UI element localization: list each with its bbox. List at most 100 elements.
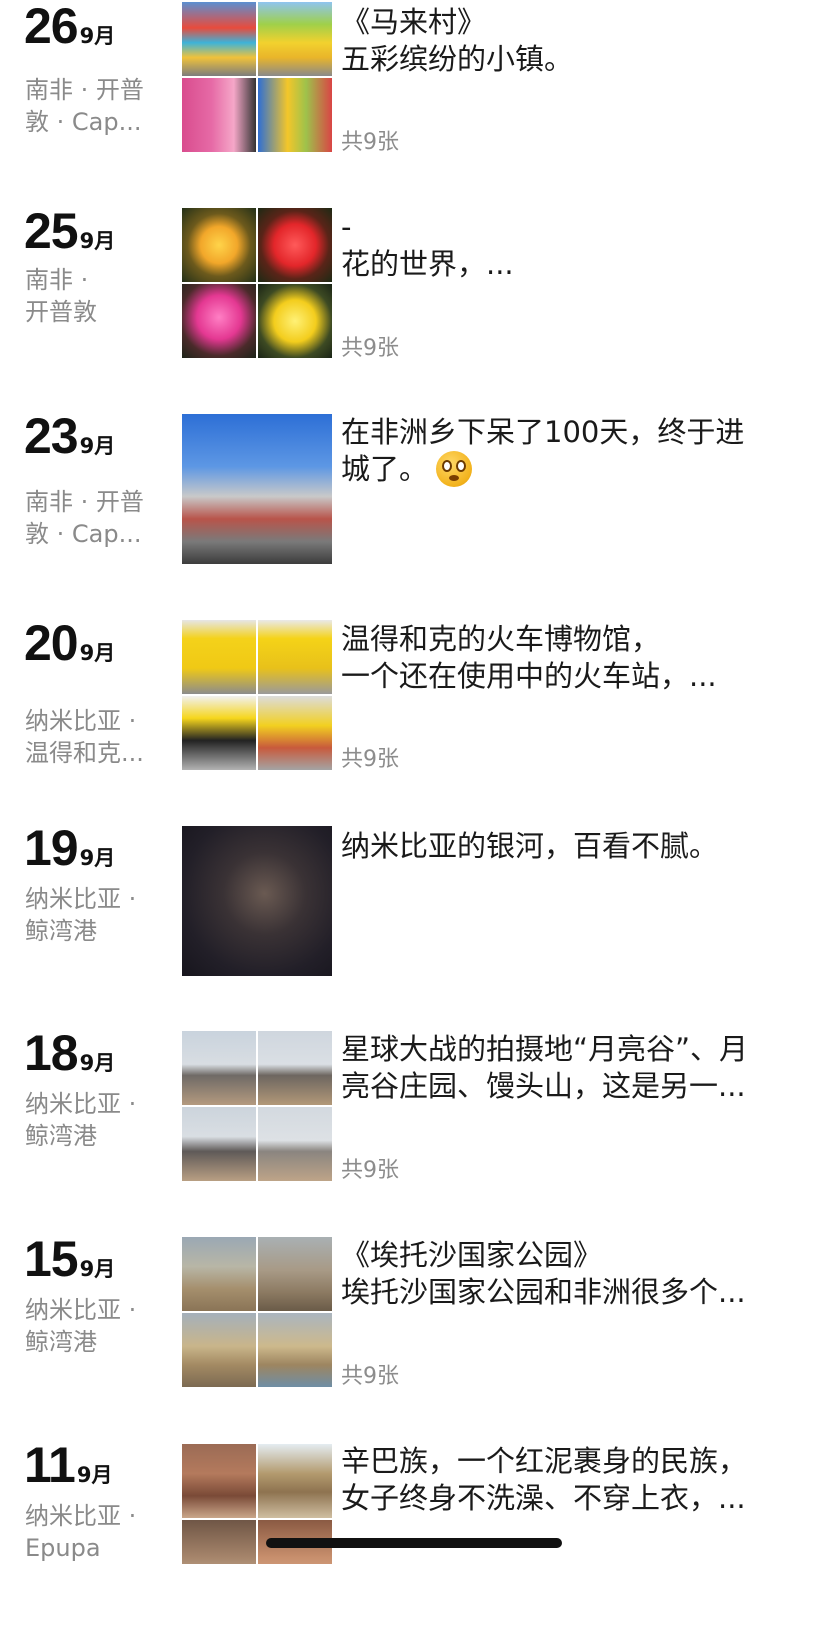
post-location: 纳米比亚 · 鲸湾港 — [25, 1296, 137, 1356]
post-month: 9月 — [79, 434, 116, 458]
post-text-line: 一个还在使用中的火车站，... — [341, 659, 717, 693]
photo-thumbnail[interactable] — [182, 284, 256, 358]
photo-thumbnail[interactable] — [182, 1313, 256, 1387]
photo-grid[interactable] — [182, 1237, 332, 1387]
post-month: 9月 — [79, 1257, 116, 1281]
photo-thumbnail[interactable] — [258, 1444, 332, 1518]
post-item[interactable]: 209月 纳米比亚 · 温得和克... 温得和克的火车博物馆， 一个还在使用中的… — [0, 617, 828, 807]
post-item[interactable]: 269月 南非 · 开普敦 · Cap... 《马来村》 五彩缤纷的小镇。 共9… — [0, 0, 828, 190]
post-text-line: 《马来村》 — [341, 5, 487, 39]
post-text: 星球大战的拍摄地“月亮谷”、月 亮谷庄园、馒头山，这是另一... — [341, 1031, 803, 1105]
photo-count: 共9张 — [341, 130, 399, 155]
post-text: 辛巴族，一个红泥裹身的民族， 女子终身不洗澡、不穿上衣，... — [341, 1443, 803, 1517]
photo-thumbnail[interactable] — [182, 78, 256, 152]
photo-thumbnail[interactable] — [258, 2, 332, 76]
photo-count: 共9张 — [341, 747, 399, 772]
post-date: 189月 — [24, 1027, 115, 1079]
photo-thumbnail[interactable] — [258, 208, 332, 282]
post-item[interactable]: 239月 南非 · 开普敦 · Cap... 在非洲乡下呆了100天，终于进 城… — [0, 410, 828, 600]
post-text-line: 辛巴族，一个红泥裹身的民族， — [341, 1444, 748, 1478]
post-text-line: 花的世界，... — [341, 247, 514, 281]
post-text-line: 城了。 — [341, 452, 429, 486]
post-location: 南非 · 开普敦 · Cap... — [25, 488, 144, 548]
post-date: 209月 — [24, 617, 115, 669]
post-date: 159月 — [24, 1233, 115, 1285]
post-location: 纳米比亚 · 温得和克... — [25, 707, 144, 767]
photo-thumbnail[interactable] — [182, 2, 256, 76]
post-day: 11 — [24, 1437, 76, 1493]
photo-thumbnail[interactable] — [182, 1237, 256, 1311]
post-month: 9月 — [79, 641, 116, 665]
photo-thumbnail[interactable] — [258, 696, 332, 770]
photo-thumbnail[interactable] — [258, 78, 332, 152]
post-location: 纳米比亚 · 鲸湾港 — [25, 885, 137, 945]
post-month: 9月 — [76, 1463, 113, 1487]
post-day: 26 — [24, 0, 79, 54]
post-text-line: 星球大战的拍摄地“月亮谷”、月 — [341, 1032, 749, 1066]
post-text-line: 女子终身不洗澡、不穿上衣，... — [341, 1481, 746, 1515]
flushed-face-emoji-icon — [436, 451, 473, 487]
post-date: 199月 — [24, 822, 115, 874]
post-text-line: 埃托沙国家公园和非洲很多个... — [341, 1275, 746, 1309]
post-item[interactable]: 199月 纳米比亚 · 鲸湾港 纳米比亚的银河，百看不腻。 — [0, 822, 828, 1012]
post-item[interactable]: 119月 纳米比亚 · Epupa 辛巴族，一个红泥裹身的民族， 女子终身不洗澡… — [0, 1439, 828, 1629]
post-text-line-with-emoji: 城了。 — [341, 451, 803, 488]
post-item[interactable]: 159月 纳米比亚 · 鲸湾港 《埃托沙国家公园》 埃托沙国家公园和非洲很多个.… — [0, 1233, 828, 1423]
photo-count: 共9张 — [341, 336, 399, 361]
post-date: 259月 — [24, 205, 115, 257]
photo-grid[interactable] — [182, 2, 332, 152]
post-text-line: 《埃托沙国家公园》 — [341, 1238, 603, 1272]
post-item[interactable]: 189月 纳米比亚 · 鲸湾港 星球大战的拍摄地“月亮谷”、月 亮谷庄园、馒头山… — [0, 1027, 828, 1217]
photo-thumbnail[interactable] — [258, 1031, 332, 1105]
post-text: 纳米比亚的银河，百看不腻。 — [341, 828, 803, 865]
photo-thumbnail[interactable] — [258, 1313, 332, 1387]
post-text: 《埃托沙国家公园》 埃托沙国家公园和非洲很多个... — [341, 1237, 803, 1311]
post-text-line: 在非洲乡下呆了100天，终于进 — [341, 415, 745, 449]
post-date: 269月 — [24, 0, 115, 52]
post-text-line: 温得和克的火车博物馆， — [341, 622, 661, 656]
post-location: 南非 · 开普敦 · Cap... — [25, 76, 144, 136]
post-item[interactable]: 259月 南非 · 开普敦 - 花的世界，... 共9张 — [0, 205, 828, 395]
photo-thumbnail[interactable] — [182, 414, 332, 564]
photo-thumbnail[interactable] — [258, 284, 332, 358]
photo-thumbnail[interactable] — [182, 826, 332, 976]
post-text-line: 五彩缤纷的小镇。 — [341, 42, 574, 76]
post-text: 《马来村》 五彩缤纷的小镇。 — [341, 4, 803, 78]
post-day: 15 — [24, 1231, 79, 1287]
photo-thumbnail[interactable] — [258, 620, 332, 694]
post-text: 在非洲乡下呆了100天，终于进 城了。 — [341, 414, 803, 488]
photo-grid[interactable] — [182, 826, 332, 976]
post-text: 温得和克的火车博物馆， 一个还在使用中的火车站，... — [341, 621, 803, 695]
post-location: 纳米比亚 · Epupa — [25, 1502, 137, 1562]
post-month: 9月 — [79, 1051, 116, 1075]
post-day: 25 — [24, 203, 79, 259]
photo-thumbnail[interactable] — [182, 696, 256, 770]
post-day: 23 — [24, 408, 79, 464]
photo-count: 共9张 — [341, 1158, 399, 1183]
home-indicator[interactable] — [266, 1538, 562, 1548]
post-month: 9月 — [79, 229, 116, 253]
photo-grid[interactable] — [182, 414, 332, 564]
photo-grid[interactable] — [182, 208, 332, 358]
photo-thumbnail[interactable] — [258, 1107, 332, 1181]
post-month: 9月 — [79, 24, 116, 48]
post-day: 18 — [24, 1025, 79, 1081]
post-location: 纳米比亚 · 鲸湾港 — [25, 1090, 137, 1150]
post-day: 19 — [24, 820, 79, 876]
photo-grid[interactable] — [182, 1031, 332, 1181]
photo-thumbnail[interactable] — [182, 1031, 256, 1105]
post-text: - 花的世界，... — [341, 209, 803, 283]
photo-count: 共9张 — [341, 1364, 399, 1389]
photo-grid[interactable] — [182, 620, 332, 770]
post-month: 9月 — [79, 846, 116, 870]
photo-thumbnail[interactable] — [182, 1520, 256, 1564]
photo-thumbnail[interactable] — [258, 1237, 332, 1311]
photo-thumbnail[interactable] — [182, 1444, 256, 1518]
post-date: 239月 — [24, 410, 115, 462]
post-text-line: - — [341, 210, 352, 244]
post-location: 南非 · 开普敦 — [25, 266, 97, 326]
photo-thumbnail[interactable] — [182, 620, 256, 694]
post-text-line: 纳米比亚的银河，百看不腻。 — [341, 829, 719, 863]
photo-thumbnail[interactable] — [182, 1107, 256, 1181]
photo-thumbnail[interactable] — [182, 208, 256, 282]
